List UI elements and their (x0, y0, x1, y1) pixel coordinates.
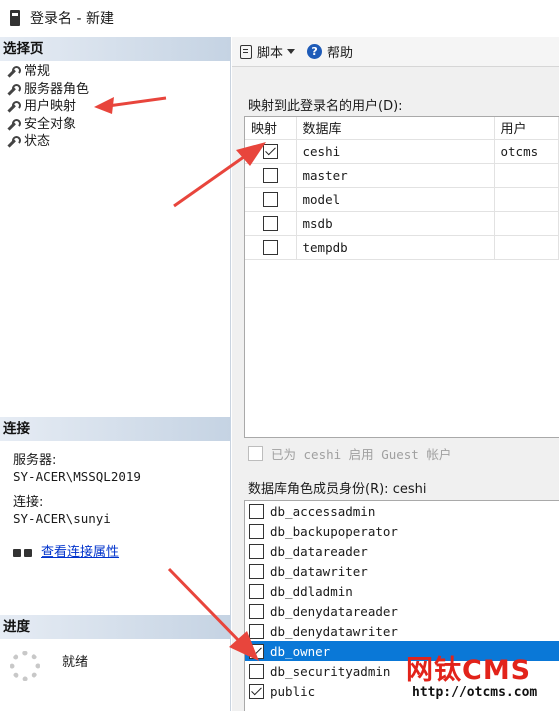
role-checkbox[interactable] (249, 663, 264, 679)
list-item[interactable]: db_backupoperator (245, 521, 559, 541)
list-item[interactable]: db_denydatawriter (245, 621, 559, 641)
table-row[interactable]: model (245, 187, 559, 212)
nav-item-label: 状态 (24, 134, 51, 149)
view-connection-properties-link[interactable]: 查看连接属性 (41, 545, 119, 561)
guest-checkbox (248, 446, 263, 461)
window-title: 登录名 - 新建 (30, 11, 114, 27)
connection-label: 连接: (13, 495, 44, 510)
script-button[interactable]: 脚本 (240, 42, 301, 61)
role-checkbox[interactable] (249, 563, 264, 579)
select-page-header: 选择页 (0, 37, 230, 61)
watermark-brand: 网钛CMS (406, 655, 532, 686)
nav-item-label: 服务器角色 (24, 81, 90, 97)
map-checkbox[interactable] (263, 191, 278, 207)
database-cell: master (296, 163, 495, 188)
help-button[interactable]: ? 帮助 (307, 42, 353, 61)
database-cell: msdb (296, 211, 495, 236)
help-label: 帮助 (327, 46, 354, 61)
right-pane: 脚本 ? 帮助 映射到此登录名的用户(D): 映射 数据库 用户 ceshi o… (232, 37, 559, 711)
nav-item-label: 安全对象 (24, 116, 77, 132)
list-item[interactable]: db_accessadmin (245, 501, 559, 521)
nav-item-server-roles[interactable]: 服务器角色 (0, 81, 230, 99)
connection-header: 连接 (0, 417, 231, 441)
mapping-label: 映射到此登录名的用户(D): (248, 99, 403, 114)
title-bar: 登录名 - 新建 (0, 0, 559, 36)
map-checkbox[interactable] (263, 167, 278, 183)
role-checkbox[interactable] (249, 603, 264, 619)
chevron-down-icon[interactable] (287, 49, 296, 54)
database-cell: tempdb (296, 235, 495, 260)
wrench-icon (6, 100, 21, 113)
role-checkbox[interactable] (249, 583, 264, 599)
watermark: 网钛CMS http://otcms.com (404, 648, 559, 711)
help-icon: ? (307, 44, 323, 59)
table-row[interactable]: tempdb (245, 235, 559, 260)
database-cell: ceshi (296, 139, 495, 164)
role-membership-label: 数据库角色成员身份(R): ceshi (248, 482, 427, 497)
guest-label: 已为 ceshi 启用 Guest 帐户 (271, 447, 452, 462)
script-label: 脚本 (257, 46, 284, 61)
map-checkbox[interactable] (263, 239, 278, 255)
server-value: SY-ACER\MSSQL2019 (13, 469, 141, 484)
column-header-database[interactable]: 数据库 (296, 117, 495, 140)
progress-status: 就绪 (62, 655, 89, 670)
progress-section: 进度 就绪 (0, 615, 231, 681)
user-cell[interactable] (494, 211, 559, 236)
role-checkbox[interactable] (249, 683, 264, 699)
connection-value: SY-ACER\sunyi (13, 511, 111, 526)
wrench-icon (6, 135, 21, 148)
progress-spinner-icon (10, 651, 40, 681)
wrench-icon (6, 65, 21, 78)
user-cell[interactable] (494, 187, 559, 212)
page-nav: 常规 服务器角色 用户映射 安全对象 状态 (0, 61, 230, 151)
left-pane: 选择页 常规 服务器角色 用户映射 安全对象 状态 连接 服务器: SY-ACE… (0, 37, 231, 711)
nav-item-status[interactable]: 状态 (0, 133, 230, 151)
nav-item-general[interactable]: 常规 (0, 63, 230, 81)
user-mapping-grid: 映射 数据库 用户 ceshi otcms master model msdb … (244, 116, 559, 438)
table-row[interactable]: msdb (245, 211, 559, 236)
user-cell[interactable] (494, 163, 559, 188)
role-checkbox[interactable] (249, 523, 264, 539)
user-cell[interactable] (494, 235, 559, 260)
wrench-icon (6, 118, 21, 131)
role-checkbox[interactable] (249, 643, 264, 659)
nav-item-label: 常规 (24, 64, 51, 79)
plug-icon (13, 546, 33, 560)
table-row[interactable]: ceshi otcms (245, 139, 559, 164)
role-checkbox[interactable] (249, 503, 264, 519)
map-checkbox[interactable] (263, 143, 278, 159)
server-label: 服务器: (13, 453, 57, 468)
table-row[interactable]: master (245, 163, 559, 188)
list-item[interactable]: db_datawriter (245, 561, 559, 581)
nav-item-label: 用户映射 (24, 99, 77, 114)
database-cell: model (296, 187, 495, 212)
toolbar: 脚本 ? 帮助 (232, 37, 559, 67)
nav-item-user-mapping[interactable]: 用户映射 (0, 98, 230, 116)
wrench-icon (6, 83, 21, 96)
role-checkbox[interactable] (249, 543, 264, 559)
list-item[interactable]: db_denydatareader (245, 601, 559, 621)
list-item[interactable]: db_datareader (245, 541, 559, 561)
script-icon (240, 44, 252, 59)
connection-section: 连接 服务器: SY-ACER\MSSQL2019 连接: SY-ACER\su… (0, 417, 231, 561)
map-checkbox[interactable] (263, 215, 278, 231)
progress-header: 进度 (0, 615, 231, 639)
nav-item-securables[interactable]: 安全对象 (0, 116, 230, 134)
column-header-map[interactable]: 映射 (245, 117, 297, 140)
role-checkbox[interactable] (249, 623, 264, 639)
window-icon (10, 10, 20, 26)
user-cell[interactable]: otcms (494, 139, 559, 164)
list-item[interactable]: db_ddladmin (245, 581, 559, 601)
column-header-user[interactable]: 用户 (494, 117, 559, 140)
watermark-url: http://otcms.com (412, 685, 538, 700)
guest-account-option: 已为 ceshi 启用 Guest 帐户 (248, 444, 451, 463)
